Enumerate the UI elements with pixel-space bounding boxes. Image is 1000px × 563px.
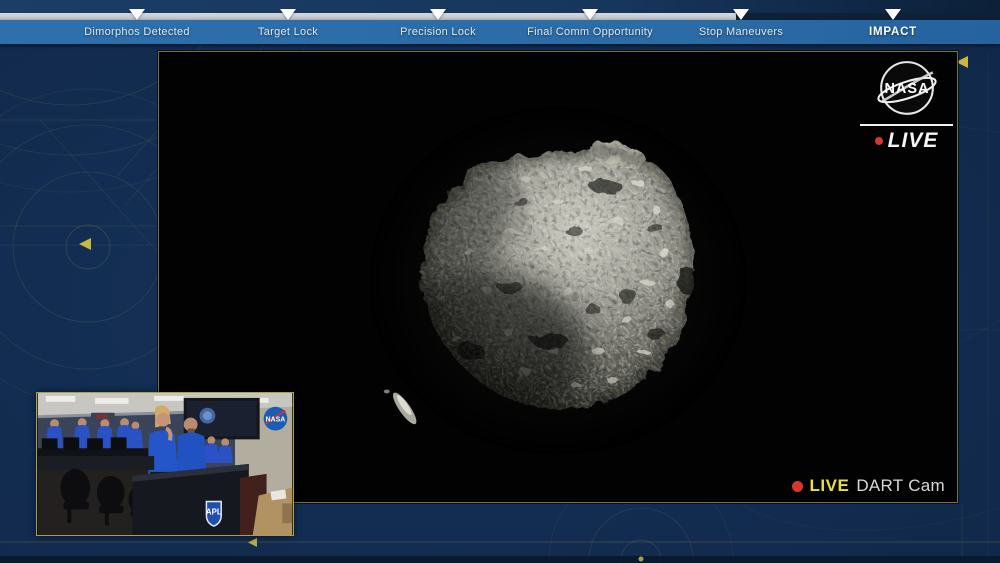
milestone-label-final-comm-opportunity: Final Comm Opportunity xyxy=(527,26,653,38)
pip-nasa-roundel: NASA xyxy=(263,406,288,431)
mission-control-scene: APL NASA APL xyxy=(37,393,293,535)
milestone-marker-precision-lock xyxy=(430,9,446,20)
milestone-label-dimorphos-detected: Dimorphos Detected xyxy=(84,26,190,38)
caption-live-label: LIVE xyxy=(809,476,850,495)
live-dot-icon xyxy=(791,480,803,492)
milestone-marker-target-lock xyxy=(280,9,296,20)
milestone-marker-stop-maneuvers xyxy=(733,9,749,20)
caption-camera-name: DART Cam xyxy=(856,476,945,495)
milestone-label-impact: IMPACT xyxy=(868,26,918,38)
nasa-insignia-icon: NASA xyxy=(876,61,937,115)
live-label: LIVE xyxy=(887,129,939,152)
milestone-marker-final-comm-opportunity xyxy=(582,9,598,20)
svg-text:APL: APL xyxy=(206,507,222,516)
camera-caption: LIVE DART Cam xyxy=(791,476,945,496)
milestone-marker-impact xyxy=(885,9,901,20)
mission-timeline: Dimorphos Detected Target Lock Precision L… xyxy=(0,0,1000,46)
milestone-label-target-lock: Target Lock xyxy=(257,26,319,38)
nasa-live-badge: NASA LIVE xyxy=(859,58,954,153)
svg-text:NASA: NASA xyxy=(266,417,286,424)
broadcast-screen: Dimorphos Detected Target Lock Precision L… xyxy=(0,0,1000,563)
live-dot-icon xyxy=(874,137,883,145)
timeline-markers xyxy=(0,0,1000,20)
milestone-label-stop-maneuvers: Stop Maneuvers xyxy=(698,26,784,38)
apl-shield-logo: APL xyxy=(205,500,222,527)
rock-fragment xyxy=(383,389,390,394)
live-divider xyxy=(860,124,953,126)
milestone-label-precision-lock: Precision Lock xyxy=(400,26,476,38)
mission-control-pip: APL NASA APL xyxy=(36,392,294,536)
timeline-labels: Dimorphos Detected Target Lock Precision L… xyxy=(0,20,1000,44)
milestone-marker-dimorphos-detected xyxy=(129,9,145,20)
nasa-wordmark: NASA xyxy=(884,81,929,97)
